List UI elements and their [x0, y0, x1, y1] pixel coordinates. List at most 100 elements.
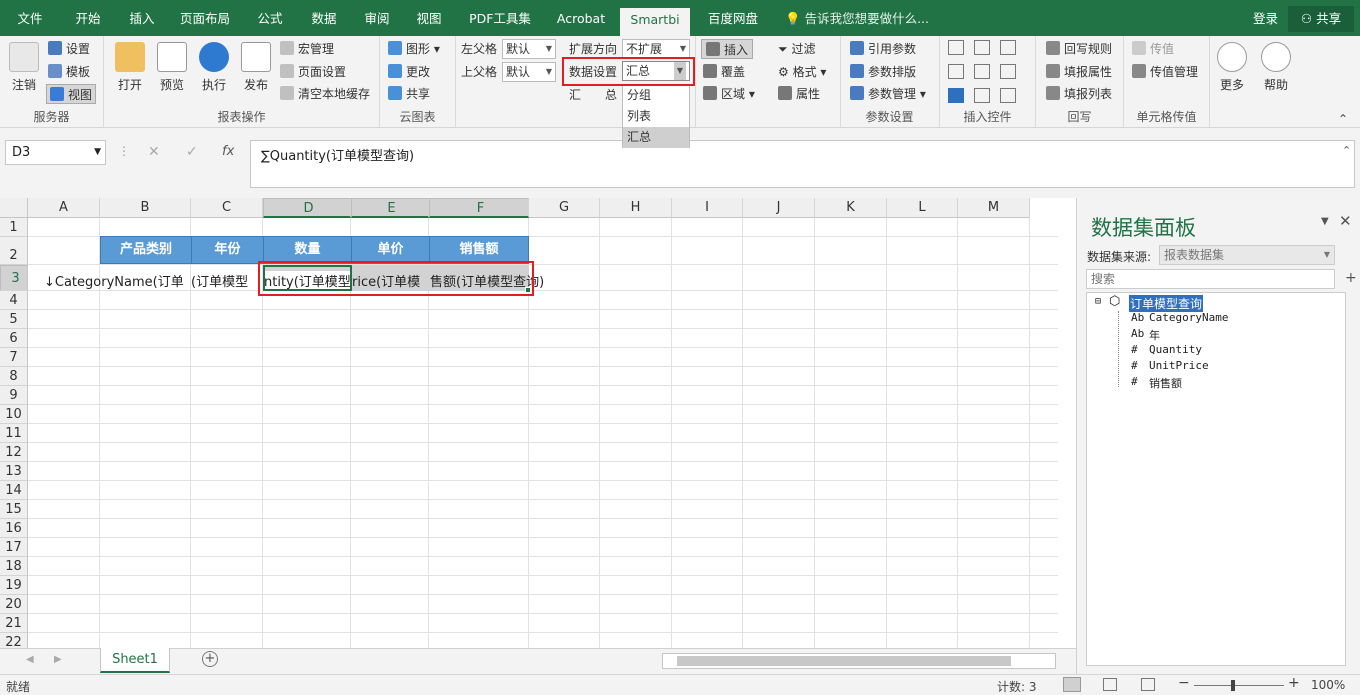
- dropdown-control-icon[interactable]: [974, 40, 990, 55]
- zoom-slider[interactable]: [1194, 685, 1284, 686]
- zoom-slider-thumb[interactable]: [1231, 680, 1235, 691]
- filter-button[interactable]: ⏷ 过滤: [778, 39, 815, 59]
- tell-me-box[interactable]: 💡 告诉我您想要做什么...: [785, 0, 929, 36]
- add-dataset-icon[interactable]: +: [1345, 270, 1357, 286]
- cell-c3[interactable]: (订单模型: [191, 271, 263, 290]
- dropdown-option-group[interactable]: 分组: [623, 85, 689, 106]
- confirm-icon[interactable]: ✓: [186, 144, 198, 160]
- open-button[interactable]: 打开: [112, 42, 148, 93]
- row-header-7[interactable]: 7: [0, 348, 28, 367]
- tree-field-1[interactable]: 年: [1149, 327, 1160, 343]
- row-header-19[interactable]: 19: [0, 576, 28, 595]
- date-control-icon[interactable]: [1000, 64, 1016, 79]
- spreadsheet-grid[interactable]: ABCDEFGHIJKLM 1 2 3 4 5 6 7 8 9 10 11 12 13 14 15 16 17 1…: [0, 198, 1058, 648]
- tab-file[interactable]: 文件: [8, 0, 52, 36]
- expand-formula-icon[interactable]: ⌃: [1342, 144, 1351, 157]
- next-sheet-icon[interactable]: ▶: [54, 654, 62, 665]
- format-button[interactable]: ⚙ 格式 ▾: [778, 62, 826, 82]
- area-button[interactable]: 区域 ▾: [703, 84, 755, 104]
- preview-button[interactable]: 预览: [154, 42, 190, 93]
- cover-button[interactable]: 覆盖: [703, 62, 745, 82]
- macro-button[interactable]: 宏管理: [280, 39, 334, 59]
- collapse-ribbon-icon[interactable]: ⌃: [1338, 112, 1348, 126]
- left-parent-select[interactable]: 默认 ▼: [502, 39, 556, 59]
- tab-baidu-netdisk[interactable]: 百度网盘: [700, 0, 766, 36]
- column-header-k[interactable]: K: [815, 198, 887, 218]
- add-sheet-icon[interactable]: +: [202, 651, 218, 667]
- column-header-h[interactable]: H: [600, 198, 672, 218]
- more-button[interactable]: 更多: [1214, 42, 1250, 93]
- normal-view-icon[interactable]: [1063, 677, 1081, 692]
- image-control-icon[interactable]: [1000, 88, 1016, 103]
- logout-button[interactable]: 注销: [6, 42, 42, 93]
- column-header-e[interactable]: E: [351, 198, 429, 218]
- row-header-16[interactable]: 16: [0, 519, 28, 538]
- list-control-icon[interactable]: [948, 64, 964, 79]
- row-header-1[interactable]: 1: [0, 218, 28, 237]
- publish-button[interactable]: 发布: [238, 42, 274, 93]
- column-header-b[interactable]: B: [100, 198, 191, 218]
- column-header-m[interactable]: M: [958, 198, 1030, 218]
- tab-insert[interactable]: 插入: [118, 0, 166, 36]
- cell-e2[interactable]: 单价: [351, 236, 430, 264]
- graphic-button[interactable]: 图形 ▾: [388, 39, 440, 59]
- tree-root-node[interactable]: 订单模型查询: [1129, 295, 1204, 312]
- cloud-share-button[interactable]: 共享: [388, 84, 430, 104]
- row-header-6[interactable]: 6: [0, 329, 28, 348]
- column-header-i[interactable]: I: [672, 198, 743, 218]
- zoom-in-icon[interactable]: +: [1288, 675, 1300, 691]
- dropdown-option-summary[interactable]: 汇总: [623, 127, 689, 148]
- writeback-rule-button[interactable]: 回写规则: [1046, 39, 1112, 59]
- row-header-21[interactable]: 21: [0, 614, 28, 633]
- tab-formulas[interactable]: 公式: [246, 0, 294, 36]
- cell-d2[interactable]: 数量: [263, 236, 352, 264]
- name-box[interactable]: D3 ▼: [5, 140, 106, 165]
- prev-sheet-icon[interactable]: ◀: [26, 654, 34, 665]
- tab-view[interactable]: 视图: [406, 0, 452, 36]
- view-button[interactable]: 视图: [46, 84, 97, 104]
- param-layout-button[interactable]: 参数排版: [850, 62, 916, 82]
- tab-review[interactable]: 审阅: [354, 0, 400, 36]
- ref-param-button[interactable]: 引用参数: [850, 39, 916, 59]
- fill-list-button[interactable]: 填报列表: [1046, 84, 1112, 104]
- cell-a3[interactable]: ↓CategoryName(订单: [44, 271, 191, 290]
- tree-field-0[interactable]: CategoryName: [1149, 311, 1228, 324]
- column-header-g[interactable]: G: [529, 198, 600, 218]
- page-layout-view-icon[interactable]: [1103, 678, 1117, 691]
- help-button[interactable]: 帮助: [1258, 42, 1294, 93]
- top-parent-select[interactable]: 默认 ▼: [502, 62, 556, 82]
- row-header-5[interactable]: 5: [0, 310, 28, 329]
- formula-input[interactable]: ∑Quantity(订单模型查询): [250, 140, 1355, 188]
- column-header-c[interactable]: C: [191, 198, 263, 218]
- textbox-control-icon[interactable]: [1000, 40, 1016, 55]
- pass-manage-button[interactable]: 传值管理: [1132, 62, 1198, 82]
- clear-cache-button[interactable]: 清空本地缓存: [280, 84, 370, 104]
- column-header-f[interactable]: F: [429, 198, 529, 218]
- row-header-13[interactable]: 13: [0, 462, 28, 481]
- sheet-tab-sheet1[interactable]: Sheet1: [100, 648, 170, 673]
- close-icon[interactable]: ✕: [1339, 212, 1352, 230]
- tab-page-layout[interactable]: 页面布局: [172, 0, 238, 36]
- expand-direction-select[interactable]: 不扩展 ▼: [622, 39, 690, 59]
- settings-button[interactable]: 设置: [48, 39, 90, 59]
- tab-acrobat[interactable]: Acrobat: [548, 0, 614, 36]
- column-header-j[interactable]: J: [743, 198, 815, 218]
- tab-home[interactable]: 开始: [64, 0, 112, 36]
- row-header-4[interactable]: 4: [0, 291, 28, 310]
- row-header-15[interactable]: 15: [0, 500, 28, 519]
- row-header-20[interactable]: 20: [0, 595, 28, 614]
- fill-property-button[interactable]: 填报属性: [1046, 62, 1112, 82]
- row-header-18[interactable]: 18: [0, 557, 28, 576]
- tree-field-4[interactable]: 销售额: [1149, 375, 1182, 391]
- function-icon[interactable]: fx: [222, 144, 234, 159]
- cell-f2[interactable]: 销售额: [429, 236, 529, 264]
- checkbox-control-icon[interactable]: [948, 88, 964, 103]
- tab-pdf-tools[interactable]: PDF工具集: [460, 0, 540, 36]
- panel-menu-icon[interactable]: ▼: [1321, 216, 1329, 227]
- page-setup-button[interactable]: 页面设置: [280, 62, 346, 82]
- param-manage-button[interactable]: 参数管理 ▾: [850, 84, 926, 104]
- radio-control-icon[interactable]: [974, 64, 990, 79]
- column-header-l[interactable]: L: [887, 198, 958, 218]
- row-header-2[interactable]: 2: [0, 237, 28, 265]
- row-header-3[interactable]: 3: [0, 265, 28, 291]
